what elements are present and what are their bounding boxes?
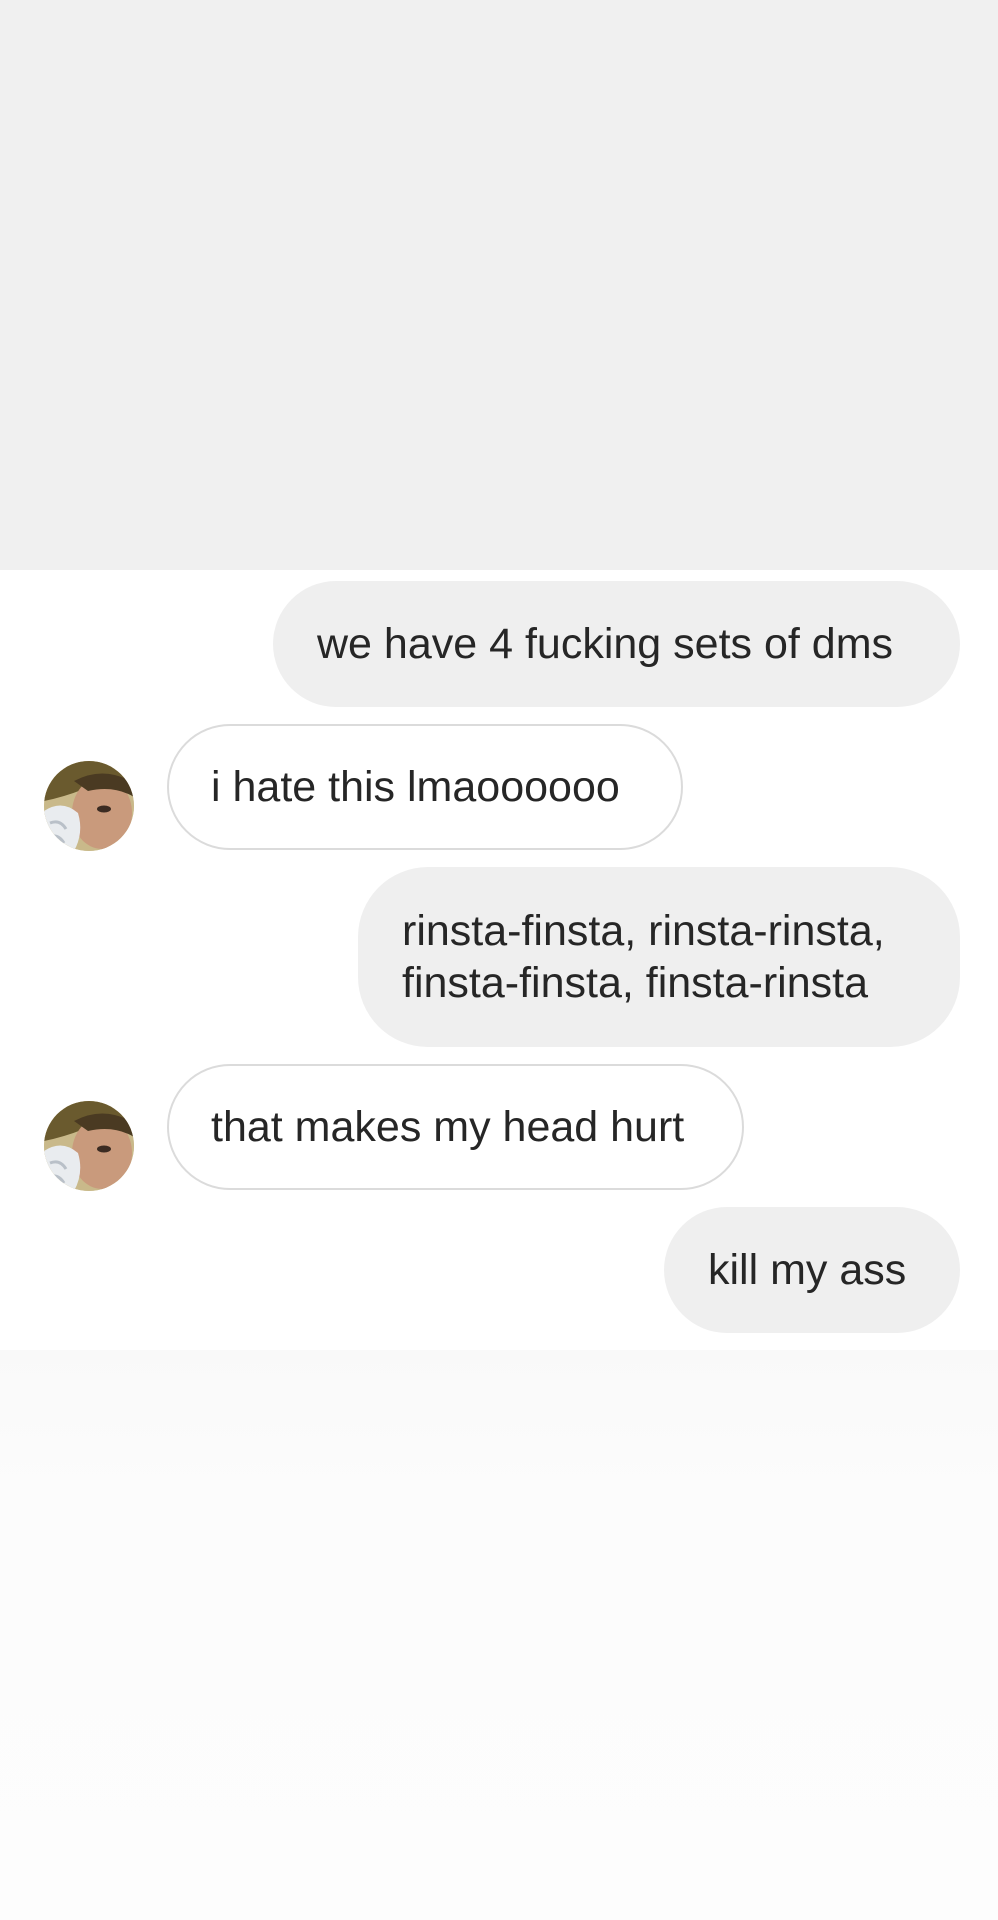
received-message-bubble[interactable]: that makes my head hurt (167, 1064, 744, 1190)
message-text: that makes my head hurt (211, 1103, 685, 1151)
sent-message-bubble[interactable]: rinsta-finsta, rinsta-rinsta, finsta-fin… (358, 867, 960, 1047)
sent-message-bubble[interactable]: we have 4 fucking sets of dms (273, 581, 960, 707)
user-avatar-icon[interactable] (44, 761, 134, 851)
message-text: we have 4 fucking sets of dms (317, 620, 894, 668)
user-avatar-icon[interactable] (44, 1101, 134, 1191)
message-text: i hate this lmaoooooo (211, 763, 620, 811)
sent-message-bubble[interactable]: kill my ass (664, 1207, 960, 1333)
message-text: rinsta-finsta, rinsta-rinsta, finsta-fin… (402, 907, 885, 1007)
message-text: kill my ass (708, 1246, 907, 1294)
received-message-bubble[interactable]: i hate this lmaoooooo (167, 724, 683, 850)
empty-footer-area (0, 1350, 998, 1920)
empty-header-area (0, 0, 998, 570)
